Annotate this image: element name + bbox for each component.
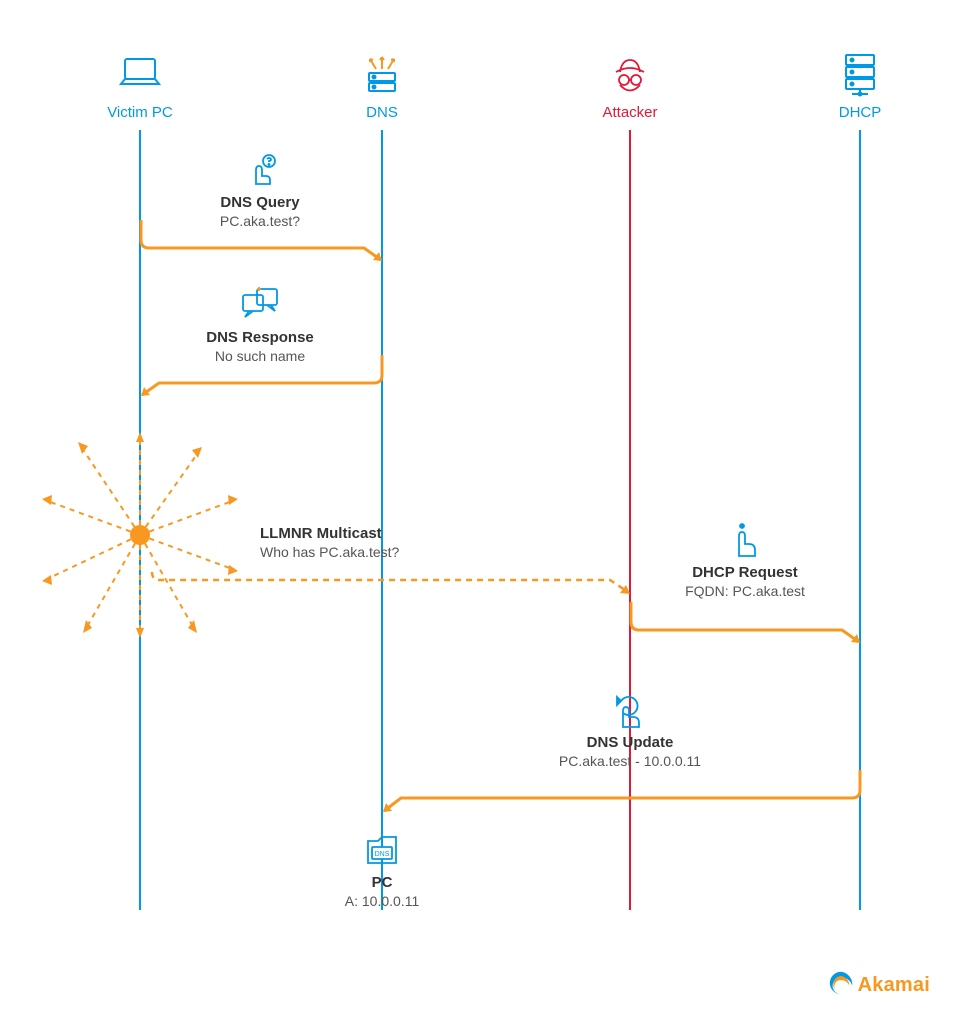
- actor-dns: DNS: [322, 50, 442, 121]
- message-dns-update: DNS Update PC.aka.test - 10.0.0.11: [520, 690, 740, 769]
- message-sub: PC.aka.test - 10.0.0.11: [520, 753, 740, 769]
- actor-label: Attacker: [570, 104, 690, 121]
- message-title: DNS Response: [160, 329, 360, 346]
- hand-point-icon: [655, 520, 835, 560]
- spy-icon: [570, 50, 690, 98]
- server-icon: [322, 50, 442, 98]
- laptop-icon: [80, 50, 200, 98]
- hand-question-icon: [160, 150, 360, 190]
- arrow-llmnr: [150, 560, 635, 600]
- chat-icon: [160, 285, 360, 325]
- actor-label: DHCP: [800, 104, 920, 121]
- message-title: DNS Update: [520, 734, 740, 751]
- message-sub: FQDN: PC.aka.test: [655, 583, 835, 599]
- result-record: DNS PC A: 10.0.0.11: [322, 830, 442, 909]
- rack-icon: [800, 50, 920, 98]
- result-sub: A: 10.0.0.11: [322, 893, 442, 909]
- message-title: LLMNR Multicast: [260, 525, 520, 542]
- arrow-dns-query: [139, 218, 384, 262]
- hand-refresh-icon: [520, 690, 740, 730]
- message-llmnr: LLMNR Multicast Who has PC.aka.test?: [260, 525, 520, 560]
- message-title: DNS Query: [160, 194, 360, 211]
- svg-text:DNS: DNS: [375, 851, 390, 858]
- brand-name: Akamai: [858, 974, 930, 997]
- result-title: PC: [322, 874, 442, 891]
- actor-label: DNS: [322, 104, 442, 121]
- arrow-dhcp-request: [629, 600, 862, 644]
- actor-label: Victim PC: [80, 104, 200, 121]
- wave-icon: [827, 969, 855, 1002]
- message-sub: Who has PC.aka.test?: [260, 544, 520, 560]
- actor-dhcp: DHCP: [800, 50, 920, 121]
- arrow-dns-update: [381, 768, 862, 814]
- actor-attacker: Attacker: [570, 50, 690, 121]
- message-dhcp-request: DHCP Request FQDN: PC.aka.test: [655, 520, 835, 599]
- actor-victim: Victim PC: [80, 50, 200, 121]
- arrow-dns-response: [139, 353, 384, 397]
- message-title: DHCP Request: [655, 564, 835, 581]
- dns-file-icon: DNS: [322, 830, 442, 870]
- multicast-burst-icon: [30, 420, 250, 650]
- brand-logo: Akamai: [827, 969, 930, 1002]
